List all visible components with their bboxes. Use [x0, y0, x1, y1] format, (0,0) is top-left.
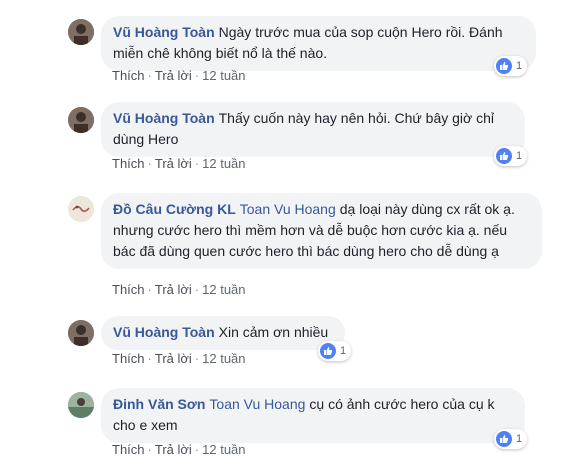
reaction-count[interactable]: 1	[494, 146, 528, 166]
reaction-count[interactable]: 1	[318, 341, 352, 361]
comment-bubble: Vũ Hoàng Toàn Xin cảm ơn nhiều	[101, 316, 345, 350]
reply-link[interactable]: Trả lời	[155, 68, 192, 83]
separator: ·	[194, 156, 200, 171]
like-reaction-icon	[320, 343, 336, 359]
reaction-count[interactable]: 1	[494, 429, 528, 449]
comment-author[interactable]: Đồ Câu Cường KL	[113, 201, 236, 217]
reaction-number: 1	[516, 433, 523, 445]
like-link[interactable]: Thích	[112, 282, 145, 297]
comment-time[interactable]: 12 tuần	[202, 351, 245, 366]
like-reaction-icon	[496, 148, 512, 164]
comment-time[interactable]: 12 tuần	[202, 282, 245, 297]
comment-bubble: Đinh Văn Sơn Toan Vu Hoang cụ có ảnh cước …	[101, 388, 525, 443]
comment-author[interactable]: Đinh Văn Sơn	[113, 396, 205, 412]
comment-actions: Thích · Trả lời · 12 tuần	[112, 282, 246, 297]
comment-actions: Thích · Trả lời · 12 tuần	[112, 351, 246, 366]
avatar[interactable]	[68, 107, 94, 133]
reaction-count[interactable]: 1	[494, 56, 528, 76]
separator: ·	[194, 68, 200, 83]
comment-actions: Thích · Trả lời · 12 tuần	[112, 156, 246, 171]
separator: ·	[147, 282, 152, 297]
like-reaction-icon	[496, 58, 512, 74]
comment-time[interactable]: 12 tuần	[202, 68, 245, 83]
avatar[interactable]	[68, 196, 94, 222]
comment-bubble: Vũ Hoàng Toàn Thấy cuốn này hay nên hỏi. …	[101, 102, 525, 157]
separator: ·	[147, 442, 152, 457]
comment-actions: Thích · Trả lời · 12 tuần	[112, 442, 246, 457]
separator: ·	[194, 442, 200, 457]
reply-link[interactable]: Trả lời	[155, 282, 192, 297]
reaction-number: 1	[516, 60, 523, 72]
comment-time[interactable]: 12 tuần	[202, 156, 245, 171]
separator: ·	[147, 351, 152, 366]
comment-author[interactable]: Vũ Hoàng Toàn	[113, 24, 215, 40]
reply-link[interactable]: Trả lời	[155, 442, 192, 457]
separator: ·	[147, 156, 152, 171]
avatar[interactable]	[68, 19, 94, 45]
separator: ·	[194, 282, 200, 297]
like-link[interactable]: Thích	[112, 68, 145, 83]
reaction-number: 1	[516, 150, 523, 162]
reply-link[interactable]: Trả lời	[155, 156, 192, 171]
comment-text: Xin cảm ơn nhiều	[218, 324, 329, 340]
like-reaction-icon	[496, 431, 512, 447]
like-link[interactable]: Thích	[112, 156, 145, 171]
avatar[interactable]	[68, 320, 94, 346]
comment-bubble: Vũ Hoàng Toàn Ngày trước mua của sop cuộn…	[101, 16, 536, 71]
like-link[interactable]: Thích	[112, 351, 145, 366]
reply-link[interactable]: Trả lời	[155, 351, 192, 366]
mention-link[interactable]: Toan Vu Hoang	[209, 396, 305, 412]
comment-time[interactable]: 12 tuần	[202, 442, 245, 457]
mention-link[interactable]: Toan Vu Hoang	[240, 201, 336, 217]
like-link[interactable]: Thích	[112, 442, 145, 457]
comment-author[interactable]: Vũ Hoàng Toàn	[113, 324, 215, 340]
reaction-number: 1	[340, 345, 347, 357]
avatar[interactable]	[68, 392, 94, 418]
comment-actions: Thích · Trả lời · 12 tuần	[112, 68, 246, 83]
separator: ·	[194, 351, 200, 366]
separator: ·	[147, 68, 152, 83]
comment-author[interactable]: Vũ Hoàng Toàn	[113, 110, 215, 126]
comment-bubble: Đồ Câu Cường KL Toan Vu Hoang dạ loại này …	[101, 193, 542, 269]
